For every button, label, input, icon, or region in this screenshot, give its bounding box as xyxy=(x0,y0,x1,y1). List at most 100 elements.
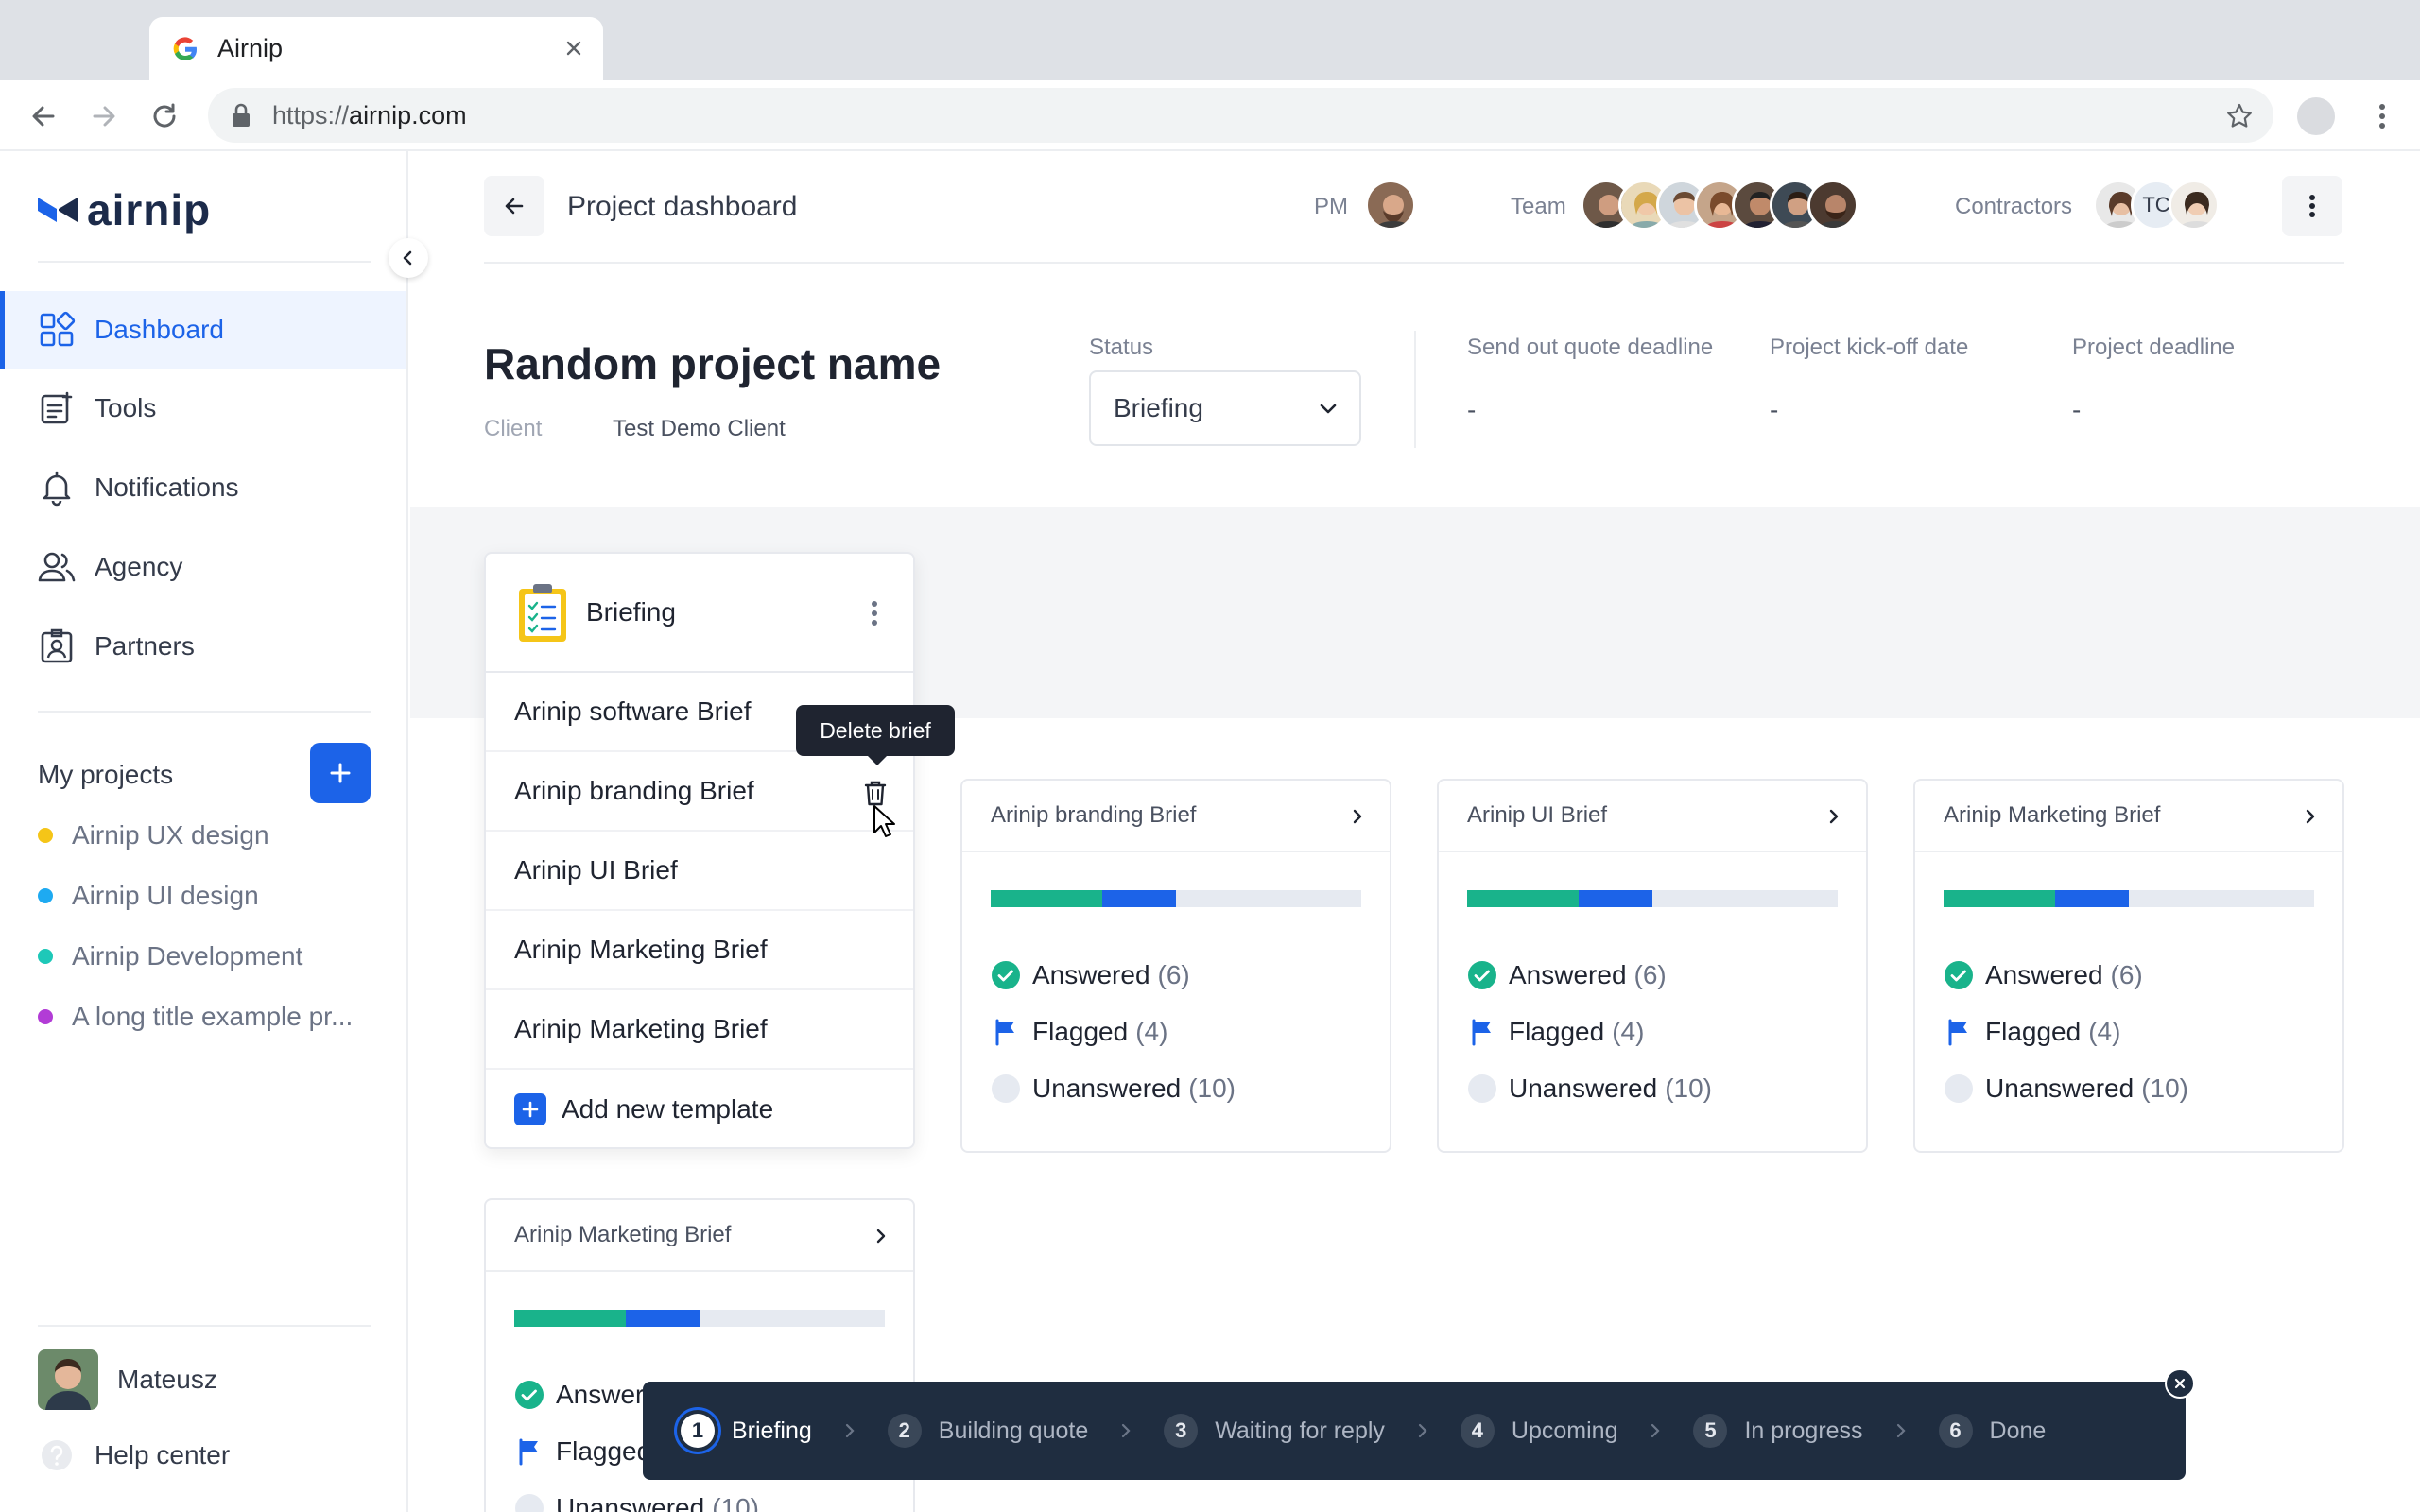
quote-deadline-value: - xyxy=(1467,395,1477,424)
airnip-logo[interactable]: airnip xyxy=(38,185,212,234)
kickoff-date-label: Project kick-off date xyxy=(1770,335,1969,360)
nav-partners[interactable]: Partners xyxy=(0,608,406,685)
dashboard-icon xyxy=(40,311,76,347)
browser-menu-icon[interactable] xyxy=(2363,97,2401,135)
step-label: Briefing xyxy=(732,1417,812,1444)
collapse-sidebar-button[interactable] xyxy=(389,238,428,278)
flag-icon xyxy=(519,1438,538,1466)
status-select[interactable]: Briefing xyxy=(1089,370,1361,446)
unanswered-stat: Unanswered (10) xyxy=(514,1493,759,1512)
brief-list-item[interactable]: Arinip Marketing Brief xyxy=(486,911,913,990)
bookmark-star-icon[interactable] xyxy=(2224,101,2255,131)
help-circle-icon xyxy=(42,1440,72,1470)
user-profile[interactable]: Mateusz xyxy=(38,1349,217,1410)
check-circle-icon xyxy=(1945,961,1973,989)
nav-label: Dashboard xyxy=(95,315,224,344)
chevron-right-icon xyxy=(1418,1423,1427,1438)
avatar[interactable] xyxy=(1365,180,1416,231)
forward-arrow-icon[interactable] xyxy=(85,97,123,135)
client-value: Test Demo Client xyxy=(613,416,786,441)
project-item[interactable]: Airnip Development xyxy=(38,937,302,975)
brief-card-header: Arinip UI Brief xyxy=(1439,781,1866,852)
sidebar-divider xyxy=(38,711,371,713)
tab-title: Airnip xyxy=(217,34,284,62)
project-item[interactable]: Airnip UI design xyxy=(38,877,259,915)
brief-card-header: Arinip Marketing Brief xyxy=(486,1200,913,1272)
reload-icon[interactable] xyxy=(146,97,183,135)
nav-notifications[interactable]: Notifications xyxy=(0,449,406,526)
project-color-dot xyxy=(38,949,53,964)
brief-card[interactable]: Arinip branding Brief Answered (6) Flagge… xyxy=(960,779,1392,1153)
url-text: https://airnip.com xyxy=(272,101,467,129)
flag-icon xyxy=(1472,1019,1491,1046)
brief-item-label: Arinip software Brief xyxy=(514,696,752,726)
help-center-link[interactable]: Help center xyxy=(38,1436,230,1474)
step-upcoming[interactable]: 4 Upcoming xyxy=(1460,1414,1617,1448)
project-label: Airnip Development xyxy=(72,941,303,971)
project-deadline-value: - xyxy=(2072,395,2082,424)
brief-card-title: Arinip branding Brief xyxy=(991,802,1197,828)
step-number: 3 xyxy=(1164,1414,1199,1448)
nav-dashboard[interactable]: Dashboard xyxy=(0,291,406,369)
chevron-right-icon[interactable] xyxy=(1346,803,1369,830)
brief-card-title: Arinip UI Brief xyxy=(1467,802,1608,828)
kickoff-date-value: - xyxy=(1770,395,1779,424)
project-item[interactable]: Airnip UX design xyxy=(38,816,269,854)
brief-list-item[interactable]: Arinip Marketing Brief xyxy=(486,990,913,1070)
avatar[interactable] xyxy=(1807,180,1858,231)
project-color-dot xyxy=(38,1009,53,1024)
step-number: 1 xyxy=(681,1414,715,1448)
browser-tab[interactable]: Airnip xyxy=(149,17,603,80)
step-waiting-for-reply[interactable]: 3 Waiting for reply xyxy=(1164,1414,1385,1448)
tools-icon xyxy=(41,391,73,424)
brief-card[interactable]: Arinip Marketing Brief Answered (6) Flagg… xyxy=(1913,779,2344,1153)
check-circle-icon xyxy=(1468,961,1496,989)
briefing-panel-title: Briefing xyxy=(586,597,676,627)
tab-close-icon[interactable] xyxy=(560,34,588,62)
brief-list-item[interactable]: Arinip UI Brief xyxy=(486,832,913,911)
brief-card-header: Arinip branding Brief xyxy=(962,781,1390,852)
google-favicon-icon xyxy=(173,37,198,61)
header-divider xyxy=(484,262,2344,264)
nav-agency[interactable]: Agency xyxy=(0,528,406,606)
sidebar-divider xyxy=(38,261,371,263)
brief-card[interactable]: Arinip UI Brief Answered (6) Flagged (4) U… xyxy=(1437,779,1868,1153)
sidebar: airnip Dashboard Tools Notifications Age… xyxy=(0,151,428,1512)
browser-profile-avatar[interactable] xyxy=(2297,97,2335,135)
help-label: Help center xyxy=(95,1440,231,1469)
progress-answered-fill xyxy=(1467,890,1579,907)
step-number: 5 xyxy=(1693,1414,1728,1448)
mouse-cursor-icon xyxy=(873,805,895,837)
step-briefing[interactable]: 1 Briefing xyxy=(681,1414,812,1448)
logo-text: airnip xyxy=(87,185,212,234)
progress-flagged-fill xyxy=(625,1310,700,1327)
more-options-button[interactable] xyxy=(2282,176,2342,236)
nav-tools[interactable]: Tools xyxy=(0,369,406,447)
avatar[interactable] xyxy=(2169,180,2220,231)
close-stepper-button[interactable] xyxy=(2165,1368,2195,1399)
flag-icon xyxy=(1948,1019,1967,1046)
back-arrow-icon[interactable] xyxy=(25,97,62,135)
step-in-progress[interactable]: 5 In progress xyxy=(1693,1414,1863,1448)
plus-icon xyxy=(330,763,351,783)
brief-list-item[interactable]: Arinip branding Brief xyxy=(486,752,913,832)
step-building-quote[interactable]: 2 Building quote xyxy=(887,1414,1088,1448)
nav-label: Notifications xyxy=(95,472,239,502)
add-project-button[interactable] xyxy=(310,743,371,803)
chevron-right-icon[interactable] xyxy=(2299,803,2322,830)
nav-label: Partners xyxy=(95,631,195,661)
arrow-left-icon xyxy=(505,198,524,215)
close-icon xyxy=(2174,1378,2186,1389)
vertical-dots-icon xyxy=(2309,195,2315,217)
chevron-right-icon[interactable] xyxy=(870,1223,892,1249)
chevron-right-icon[interactable] xyxy=(1823,803,1845,830)
vertical-dots-icon[interactable] xyxy=(860,597,889,629)
step-done[interactable]: 6 Done xyxy=(1938,1414,2046,1448)
address-bar[interactable]: https://airnip.com xyxy=(208,88,2273,143)
browser-tab-bar: Airnip xyxy=(0,0,2420,80)
add-new-template-button[interactable]: Add new template xyxy=(486,1070,913,1149)
project-item[interactable]: A long title example pr... xyxy=(38,998,353,1036)
chevron-left-icon xyxy=(403,250,412,266)
nav-label: Tools xyxy=(95,393,157,422)
back-button[interactable] xyxy=(484,176,544,236)
